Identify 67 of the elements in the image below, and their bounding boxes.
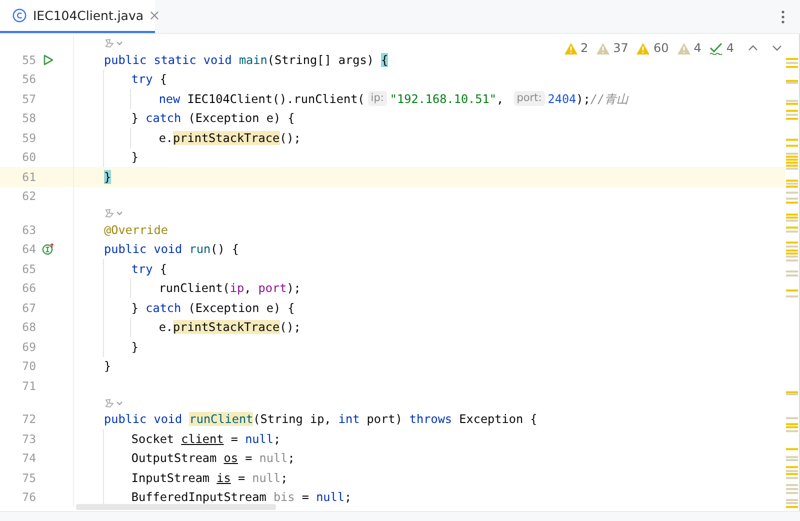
horizontal-scrollbar[interactable] (76, 504, 276, 510)
code-text: runClient(ip, port); (158, 280, 301, 296)
line-number: 57 (21, 92, 36, 106)
problem-count: 4 (726, 41, 734, 55)
code-text: OutputStream os = null; (131, 450, 295, 466)
warning-icon[interactable] (636, 42, 650, 54)
line-number: 65 (21, 262, 36, 276)
line-number: 76 (21, 490, 36, 504)
line-number: 63 (21, 222, 36, 237)
line-number: 68 (21, 320, 36, 334)
code-text: Socket client = null; (131, 430, 281, 447)
code-text: } (131, 149, 139, 166)
code-text: } (104, 168, 112, 185)
line-number: 61 (21, 170, 36, 184)
line-number: 74 (21, 451, 36, 466)
code-text: } (131, 338, 139, 355)
class-icon (12, 8, 27, 23)
warning-icon[interactable] (564, 42, 578, 54)
code-text: BufferedInputStream bis = null; (131, 489, 352, 506)
problem-count: 37 (613, 41, 628, 55)
code-text: InputStream is = null; (131, 470, 288, 486)
code-text: public void runClient(String ip, int port) throws Exception { (104, 411, 538, 428)
implements-icon[interactable] (42, 243, 54, 256)
warning-icon[interactable] (596, 42, 610, 54)
run-icon[interactable] (42, 54, 54, 66)
problem-count: 60 (653, 41, 669, 55)
code-text: e.printStackTrace(); (158, 319, 301, 336)
code-text: } (104, 358, 112, 374)
code-vision-icon[interactable] (104, 38, 124, 48)
code-text: e.printStackTrace(); (158, 130, 301, 146)
line-number: 55 (21, 52, 36, 67)
code-text: try { (131, 71, 167, 88)
code-text: 2404);//青山 (548, 90, 629, 107)
line-number: 66 (21, 281, 36, 296)
code-vision-icon[interactable] (104, 208, 124, 218)
problem-count: 4 (694, 41, 702, 55)
line-number: 72 (21, 412, 36, 426)
line-number: 64 (21, 242, 36, 256)
chevron-down-icon[interactable] (772, 44, 782, 52)
line-number: 70 (21, 359, 36, 374)
inlay-hint: port: (514, 91, 545, 106)
code-text: try { (131, 260, 167, 277)
line-number: 60 (21, 150, 36, 164)
typo-icon[interactable] (709, 42, 724, 54)
code-text: public void run() { (104, 241, 239, 258)
code-text: public static void main(String[] args) { (104, 52, 388, 68)
code-text: } catch (Exception e) { (131, 110, 295, 126)
line-number: 62 (21, 189, 36, 204)
line-number: 59 (21, 130, 36, 145)
line-number: 71 (21, 378, 36, 393)
inlay-hint: ip: (368, 91, 387, 106)
code-text: new IEC104Client().runClient( (158, 90, 365, 107)
line-number: 73 (21, 432, 36, 446)
line-number: 67 (21, 300, 36, 315)
code-text: } catch (Exception e) { (131, 300, 295, 316)
code-text: "192.168.10.51", (390, 90, 505, 107)
close-icon[interactable] (150, 11, 159, 20)
line-number: 58 (21, 111, 36, 126)
line-number: 56 (21, 72, 36, 86)
code-vision-icon[interactable] (104, 398, 124, 408)
code-text: @Override (104, 222, 168, 238)
chevron-up-icon[interactable] (748, 44, 758, 52)
problem-count: 2 (580, 41, 588, 55)
line-number: 75 (21, 470, 36, 485)
more-icon[interactable] (781, 10, 785, 24)
line-number: 69 (21, 340, 36, 354)
warning-icon[interactable] (676, 42, 691, 54)
